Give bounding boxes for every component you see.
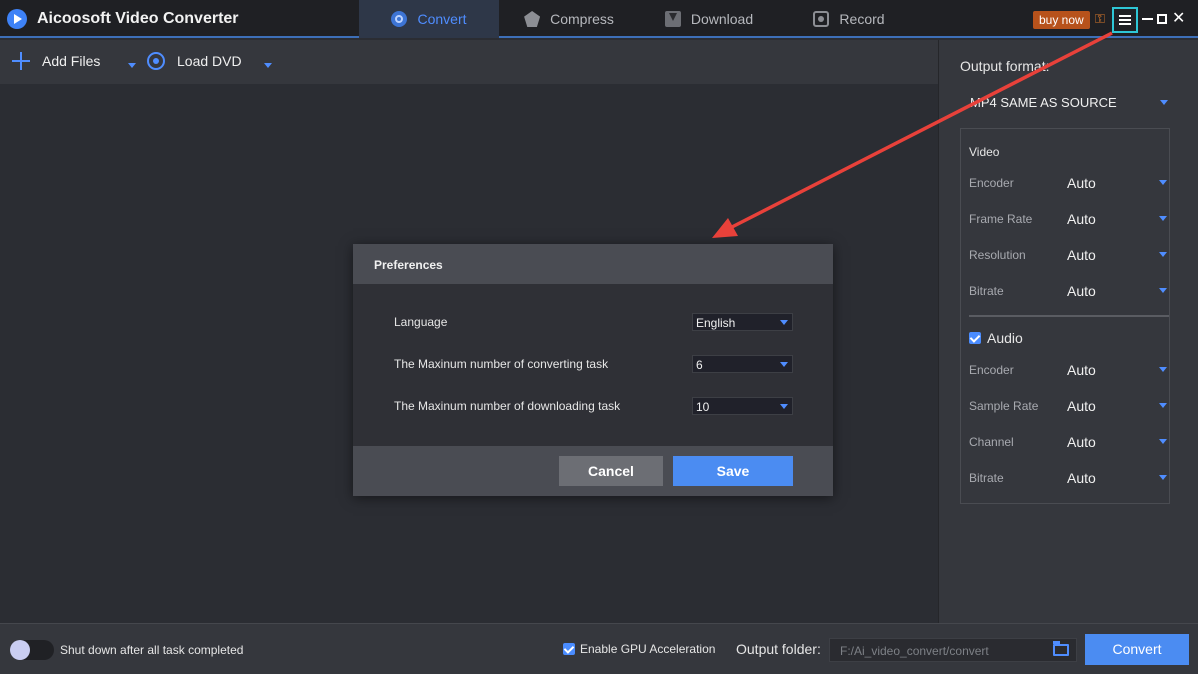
chevron-down-icon bbox=[1159, 216, 1167, 221]
row-label: Encoder bbox=[969, 363, 1014, 377]
save-button[interactable]: Save bbox=[673, 456, 793, 486]
video-section-title: Video bbox=[969, 145, 1000, 159]
gpu-acceleration-label: Enable GPU Acceleration bbox=[580, 642, 716, 656]
dialog-header: Preferences bbox=[353, 244, 833, 284]
download-icon bbox=[664, 11, 681, 27]
row-label: Frame Rate bbox=[969, 212, 1033, 226]
dvd-icon bbox=[147, 52, 165, 70]
app-logo-icon bbox=[7, 9, 27, 29]
dialog-footer: Cancel Save bbox=[353, 446, 833, 496]
buy-now-button[interactable]: buy now bbox=[1033, 11, 1090, 29]
chevron-down-icon bbox=[1159, 288, 1167, 293]
app-title: Aicoosoft Video Converter bbox=[37, 10, 239, 27]
title-bar: Aicoosoft Video Converter Convert Compre… bbox=[0, 0, 1198, 38]
folder-icon[interactable] bbox=[1053, 641, 1069, 656]
output-format-value: MP4 SAME AS SOURCE bbox=[970, 95, 1117, 110]
bottom-bar: Shut down after all task completed Enabl… bbox=[0, 623, 1198, 674]
chevron-down-icon bbox=[1159, 439, 1167, 444]
tab-record-label: Record bbox=[839, 11, 885, 27]
row-label: Bitrate bbox=[969, 284, 1004, 298]
dialog-title: Preferences bbox=[374, 258, 443, 272]
toolbar: Add Files Load DVD bbox=[0, 40, 938, 84]
tab-compress-label: Compress bbox=[550, 11, 614, 27]
row-value: Auto bbox=[1067, 398, 1096, 414]
max-downloading-value: 10 bbox=[696, 400, 710, 414]
output-folder-label: Output folder: bbox=[736, 641, 821, 657]
row-value: Auto bbox=[1067, 470, 1096, 486]
gpu-acceleration-checkbox[interactable] bbox=[563, 643, 575, 655]
tab-compress[interactable]: Compress bbox=[499, 0, 639, 38]
chevron-down-icon bbox=[1159, 180, 1167, 185]
row-label: Sample Rate bbox=[969, 399, 1039, 413]
load-dvd-button[interactable]: Load DVD bbox=[147, 52, 242, 70]
chevron-down-icon bbox=[1159, 252, 1167, 257]
row-label: Resolution bbox=[969, 248, 1026, 262]
row-value: Auto bbox=[1067, 362, 1096, 378]
audio-checkbox[interactable] bbox=[969, 332, 981, 344]
chevron-down-icon bbox=[1160, 100, 1168, 105]
compress-icon bbox=[524, 11, 541, 27]
row-value: Auto bbox=[1067, 211, 1096, 227]
max-downloading-label: The Maxinum number of downloading task bbox=[394, 399, 621, 413]
hamburger-icon bbox=[1119, 15, 1131, 25]
max-downloading-select[interactable]: 10 bbox=[692, 397, 793, 415]
shutdown-label: Shut down after all task completed bbox=[60, 643, 244, 657]
settings-box: Video Encoder Auto Frame Rate Auto Resol… bbox=[960, 128, 1170, 504]
plus-icon bbox=[12, 52, 30, 70]
output-format-label: Output format: bbox=[960, 58, 1050, 74]
add-files-label: Add Files bbox=[42, 53, 101, 69]
key-icon[interactable]: ⚿ bbox=[1095, 12, 1107, 26]
output-folder-input[interactable]: F:/Ai_video_convert/convert bbox=[829, 638, 1077, 662]
load-dvd-dropdown-icon[interactable] bbox=[264, 63, 272, 68]
row-label: Encoder bbox=[969, 176, 1014, 190]
language-value: English bbox=[696, 316, 736, 330]
load-dvd-label: Load DVD bbox=[177, 53, 242, 69]
row-value: Auto bbox=[1067, 175, 1096, 191]
record-icon bbox=[813, 11, 830, 27]
add-files-dropdown-icon[interactable] bbox=[128, 63, 136, 68]
add-files-button[interactable]: Add Files bbox=[12, 52, 100, 70]
chevron-down-icon bbox=[780, 320, 788, 325]
section-divider bbox=[969, 315, 1169, 317]
dialog-body: Language English The Maxinum number of c… bbox=[353, 284, 833, 446]
tab-convert[interactable]: Convert bbox=[359, 0, 499, 38]
chevron-down-icon bbox=[1159, 367, 1167, 372]
output-settings-panel: Output format: MP4 SAME AS SOURCE Video … bbox=[938, 40, 1198, 623]
maximize-icon[interactable] bbox=[1157, 14, 1167, 24]
shutdown-toggle[interactable] bbox=[10, 640, 54, 660]
row-value: Auto bbox=[1067, 283, 1096, 299]
audio-section-title: Audio bbox=[987, 330, 1023, 346]
row-value: Auto bbox=[1067, 434, 1096, 450]
chevron-down-icon bbox=[1159, 475, 1167, 480]
max-converting-select[interactable]: 6 bbox=[692, 355, 793, 373]
chevron-down-icon bbox=[1159, 403, 1167, 408]
row-label: Channel bbox=[969, 435, 1014, 449]
chevron-down-icon bbox=[780, 404, 788, 409]
minimize-icon[interactable] bbox=[1142, 18, 1153, 20]
tab-convert-label: Convert bbox=[417, 11, 467, 27]
language-select[interactable]: English bbox=[692, 313, 793, 331]
tab-record[interactable]: Record bbox=[779, 0, 919, 38]
toggle-knob bbox=[10, 640, 30, 660]
language-label: Language bbox=[394, 315, 448, 329]
row-label: Bitrate bbox=[969, 471, 1004, 485]
tab-download-label: Download bbox=[690, 11, 754, 27]
convert-button[interactable]: Convert bbox=[1085, 634, 1189, 665]
tab-download[interactable]: Download bbox=[639, 0, 779, 38]
cancel-button[interactable]: Cancel bbox=[559, 456, 663, 486]
convert-icon bbox=[391, 11, 408, 27]
max-converting-label: The Maxinum number of converting task bbox=[394, 357, 609, 371]
main-tabs: Convert Compress Download Record bbox=[359, 0, 919, 38]
chevron-down-icon bbox=[780, 362, 788, 367]
row-value: Auto bbox=[1067, 247, 1096, 263]
menu-button[interactable] bbox=[1112, 7, 1138, 33]
preferences-dialog: Preferences Language English The Maxinum… bbox=[353, 244, 833, 496]
close-icon[interactable]: ✕ bbox=[1172, 11, 1186, 27]
max-converting-value: 6 bbox=[696, 358, 703, 372]
